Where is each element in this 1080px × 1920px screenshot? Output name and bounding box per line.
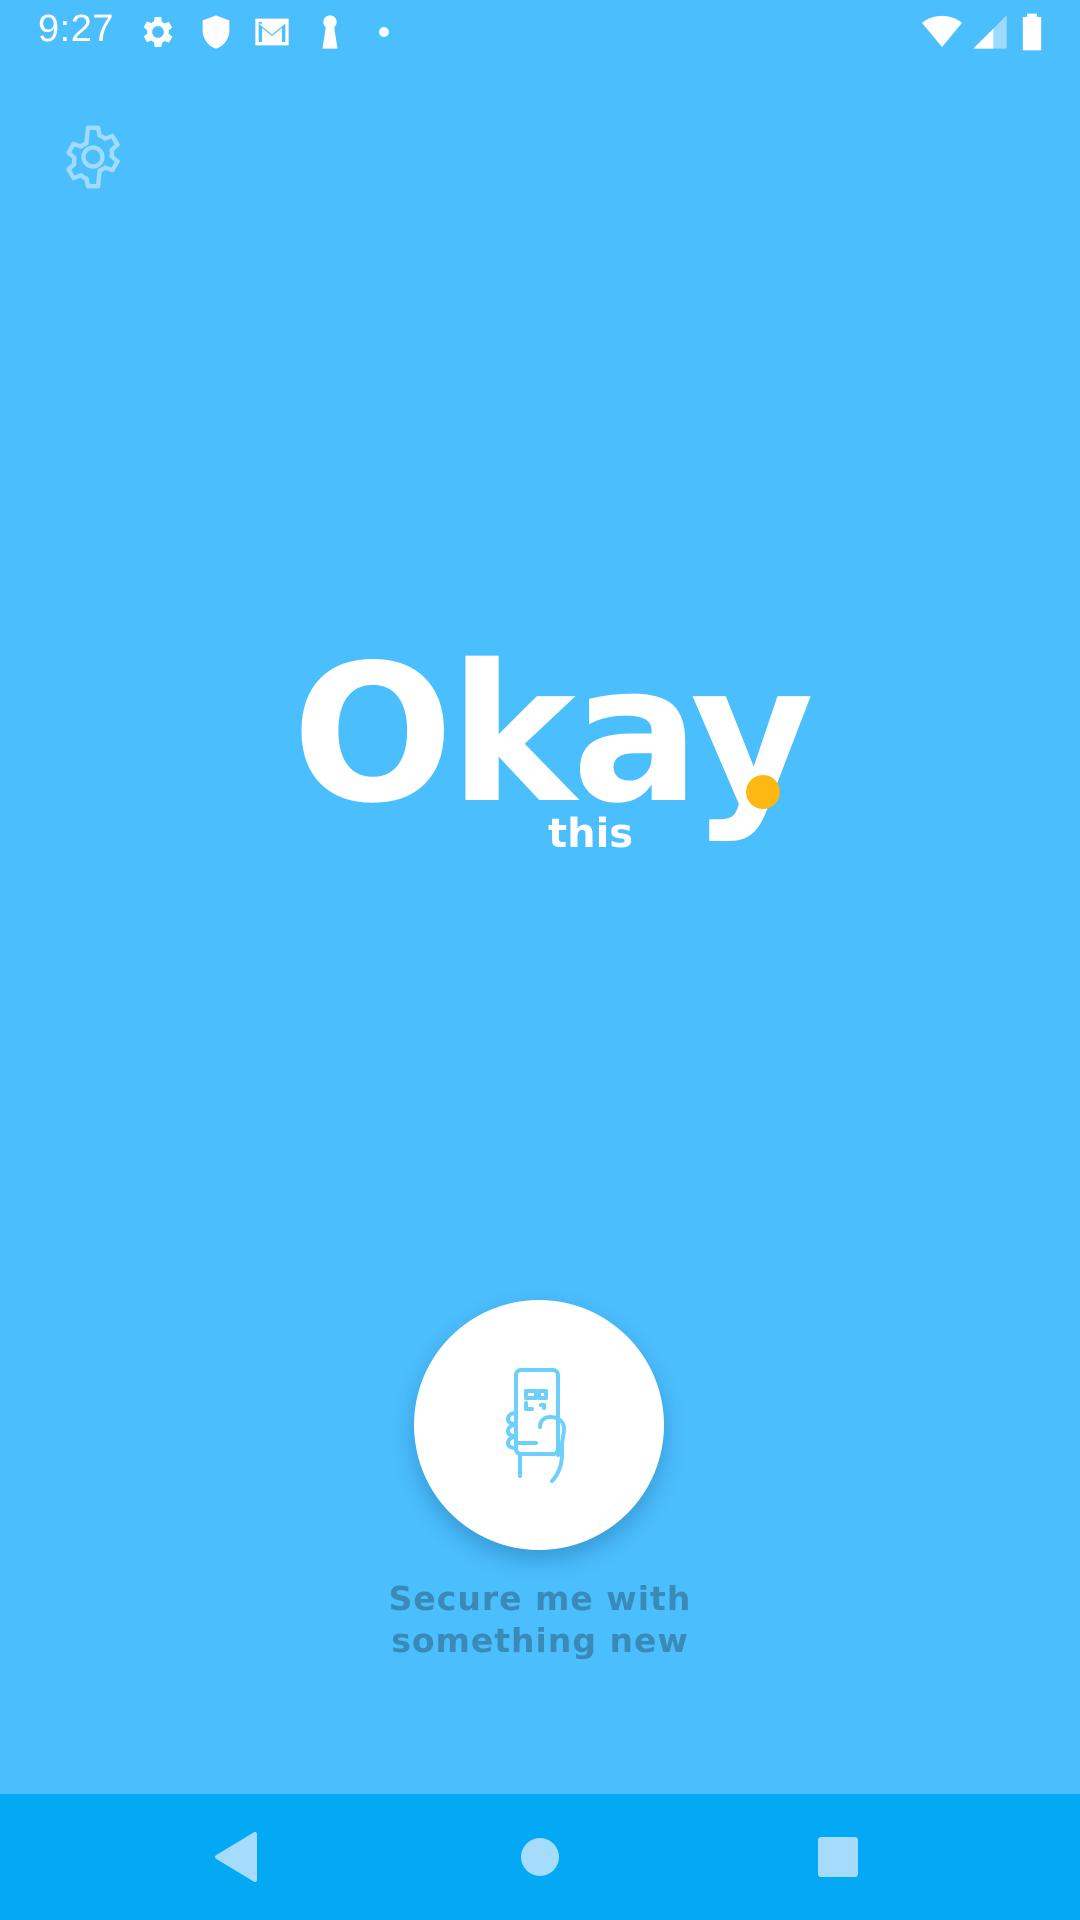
secure-label[interactable]: Secure me with something new <box>290 1578 790 1662</box>
phone-in-hand-icon <box>494 1365 584 1485</box>
dot-icon <box>372 20 396 44</box>
cell-signal-icon <box>970 12 1010 52</box>
wifi-icon <box>922 12 962 52</box>
keyhole-icon <box>310 12 350 52</box>
gear-icon <box>58 122 128 192</box>
app-screen: 9:27 Okay this Secure me with something … <box>0 0 1080 1920</box>
logo-word: Okay <box>292 624 814 845</box>
navigation-bar <box>0 1794 1080 1920</box>
home-button[interactable] <box>507 1824 573 1890</box>
back-icon <box>205 1824 271 1890</box>
status-bar: 9:27 <box>0 0 1080 63</box>
secure-button[interactable] <box>414 1300 664 1550</box>
status-time: 9:27 <box>38 8 114 50</box>
gear-icon <box>138 12 178 52</box>
secure-label-line1: Secure me with <box>388 1579 692 1618</box>
logo-dot <box>746 775 780 809</box>
logo-subtext: this <box>548 811 634 857</box>
mail-icon <box>252 12 292 52</box>
shield-icon <box>196 12 236 52</box>
app-logo: Okay <box>0 640 1080 880</box>
recents-button[interactable] <box>805 1824 871 1890</box>
secure-label-line2: something new <box>391 1621 689 1660</box>
home-icon <box>507 1824 573 1890</box>
settings-button[interactable] <box>58 122 128 192</box>
back-button[interactable] <box>205 1824 271 1890</box>
battery-icon <box>1012 12 1052 52</box>
recents-icon <box>805 1824 871 1890</box>
